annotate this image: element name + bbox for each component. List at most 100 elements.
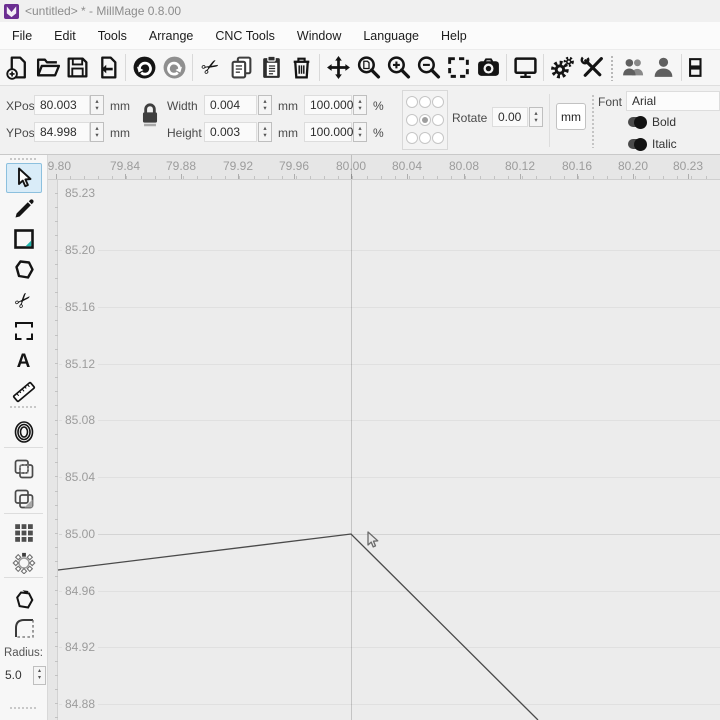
- menu-window[interactable]: Window: [286, 29, 352, 43]
- export-button[interactable]: [92, 53, 122, 83]
- anchor-point-grid[interactable]: [402, 90, 448, 150]
- tool-fillet-corner-button[interactable]: [0, 613, 47, 643]
- unit-toggle-button[interactable]: mm: [556, 103, 586, 130]
- height-stepper[interactable]: ▴▾: [258, 122, 272, 142]
- user-icon: [651, 55, 676, 80]
- italic-toggle[interactable]: [628, 139, 645, 149]
- tool-rectangle-button[interactable]: [0, 224, 47, 254]
- marquee-select-button[interactable]: [443, 53, 473, 83]
- copy-button[interactable]: [226, 53, 256, 83]
- monitor-button[interactable]: [510, 53, 540, 83]
- paste-icon: [259, 55, 284, 80]
- anchor-bottom-center[interactable]: [419, 132, 431, 144]
- xpos-stepper[interactable]: ▴▾: [90, 95, 104, 115]
- ruler-minor-tick: [508, 176, 509, 179]
- ypos-stepper[interactable]: ▴▾: [90, 122, 104, 142]
- zoom-out-button[interactable]: [413, 53, 443, 83]
- width-percent-stepper[interactable]: ▴▾: [353, 95, 367, 115]
- ruler-minor-tick: [409, 176, 410, 179]
- radius-value[interactable]: 5.0: [5, 668, 33, 682]
- hruler-label: 79.84: [110, 159, 140, 173]
- font-panel-grip[interactable]: [591, 94, 595, 148]
- anchor-mid-right[interactable]: [432, 114, 444, 126]
- anchor-bottom-right[interactable]: [432, 132, 444, 144]
- ruler-minor-tick: [423, 176, 424, 179]
- anchor-top-center[interactable]: [419, 96, 431, 108]
- redo-icon: [162, 55, 187, 80]
- font-family-field[interactable]: Arial: [626, 91, 720, 111]
- rotate-field[interactable]: 0.00: [492, 107, 528, 127]
- menu-edit[interactable]: Edit: [43, 29, 87, 43]
- title-bar: <untitled> * - MillMage 0.8.00: [0, 0, 720, 22]
- text-icon: A: [17, 351, 31, 373]
- settings-gears-button[interactable]: [547, 53, 577, 83]
- anchor-top-right[interactable]: [432, 96, 444, 108]
- tool-polygon-button[interactable]: [0, 255, 47, 285]
- tool-circular-array-button[interactable]: [0, 547, 47, 577]
- node-scissors-icon: ✂: [15, 288, 32, 313]
- height-percent-stepper[interactable]: ▴▾: [353, 122, 367, 142]
- tool-draw-pencil-button[interactable]: [0, 194, 47, 224]
- height-field[interactable]: 0.003: [204, 122, 257, 142]
- open-file-button[interactable]: [32, 53, 62, 83]
- hruler-label: 79.96: [279, 159, 309, 173]
- new-file-button[interactable]: [2, 53, 32, 83]
- tool-marquee-button[interactable]: [0, 316, 47, 346]
- menu-file[interactable]: File: [1, 29, 43, 43]
- export-icon: [95, 55, 120, 80]
- cut-button[interactable]: ✂: [196, 53, 226, 83]
- radius-stepper[interactable]: ▴▾: [33, 666, 46, 685]
- tool-grid-array-button[interactable]: [0, 518, 47, 548]
- ruler-minor-tick: [183, 176, 184, 179]
- bold-toggle[interactable]: [628, 117, 645, 127]
- anchor-bottom-left[interactable]: [406, 132, 418, 144]
- menu-arrange[interactable]: Arrange: [138, 29, 204, 43]
- paste-button[interactable]: [256, 53, 286, 83]
- tool-transform-polygon-button[interactable]: [0, 584, 47, 614]
- clipped-panel-button[interactable]: [685, 53, 715, 83]
- tool-select-button[interactable]: [0, 163, 47, 193]
- width-stepper[interactable]: ▴▾: [258, 95, 272, 115]
- height-unit: mm: [278, 126, 298, 140]
- tool-subtract-button[interactable]: [0, 484, 47, 514]
- menu-tools[interactable]: Tools: [87, 29, 138, 43]
- ruler-minor-tick: [593, 176, 594, 179]
- ruler-minor-tick: [169, 176, 170, 179]
- undo-button[interactable]: [129, 53, 159, 83]
- user-button[interactable]: [648, 53, 678, 83]
- menu-language[interactable]: Language: [352, 29, 430, 43]
- tool-offset-button[interactable]: [0, 417, 47, 447]
- marquee-icon: [12, 319, 36, 343]
- height-percent-field[interactable]: 100.000: [304, 122, 352, 142]
- menu-help[interactable]: Help: [430, 29, 478, 43]
- save-button[interactable]: [62, 53, 92, 83]
- width-field[interactable]: 0.004: [204, 95, 257, 115]
- ypos-field[interactable]: 84.998: [34, 122, 90, 142]
- anchor-top-left[interactable]: [406, 96, 418, 108]
- palette-grip[interactable]: [9, 706, 38, 710]
- toolbar-separator: [681, 54, 682, 81]
- design-canvas[interactable]: 85.2385.2085.1685.1285.0885.0485.0084.96…: [48, 180, 720, 720]
- menu-cnc-tools[interactable]: CNC Tools: [204, 29, 286, 43]
- toolbar-grip[interactable]: [610, 55, 615, 81]
- palette-grip[interactable]: [9, 157, 38, 161]
- tools-wrench-button[interactable]: [577, 53, 607, 83]
- rotate-stepper[interactable]: ▴▾: [529, 107, 543, 127]
- anchor-center[interactable]: [419, 114, 431, 126]
- zoom-in-button[interactable]: [383, 53, 413, 83]
- xpos-field[interactable]: 80.003: [34, 95, 90, 115]
- camera-button[interactable]: [473, 53, 503, 83]
- redo-button[interactable]: [159, 53, 189, 83]
- move-button[interactable]: [323, 53, 353, 83]
- delete-button[interactable]: [286, 53, 316, 83]
- aspect-lock-icon[interactable]: [137, 99, 163, 131]
- tool-text-button[interactable]: A: [0, 347, 47, 377]
- tool-weld-union-button[interactable]: [0, 454, 47, 484]
- zoom-page-button[interactable]: [353, 53, 383, 83]
- users-button[interactable]: [618, 53, 648, 83]
- tool-node-scissors-button[interactable]: ✂: [0, 285, 47, 315]
- ruler-minor-tick: [381, 176, 382, 179]
- tool-measure-ruler-button[interactable]: [0, 377, 47, 407]
- anchor-mid-left[interactable]: [406, 114, 418, 126]
- width-percent-field[interactable]: 100.000: [304, 95, 352, 115]
